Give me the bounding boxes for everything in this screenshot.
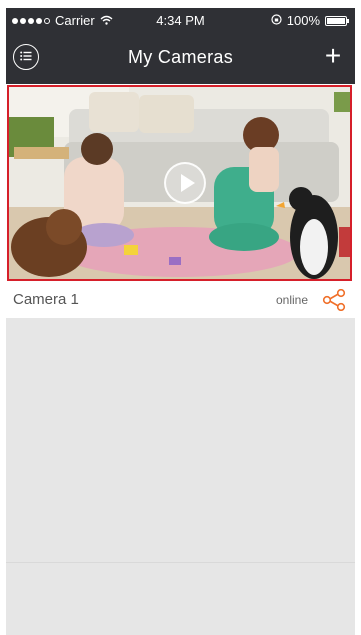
plus-icon: +: [324, 40, 342, 71]
battery-percent: 100%: [286, 13, 320, 28]
battery-icon: [325, 15, 349, 26]
rotation-lock-icon: [271, 13, 282, 28]
add-camera-button[interactable]: +: [319, 40, 347, 72]
play-icon[interactable]: [164, 162, 206, 204]
share-icon: [322, 288, 346, 312]
status-bar: Carrier 4:34 PM 100%: [6, 8, 355, 32]
status-badge: online: [275, 293, 308, 307]
page-title: My Cameras: [127, 47, 233, 67]
app-screen: Carrier 4:34 PM 100% My Cameras + Camera…: [6, 8, 355, 635]
status-right: 100%: [271, 13, 349, 28]
top-bar: Carrier 4:34 PM 100% My Cameras +: [6, 8, 355, 84]
camera-info-row: Camera 1 online: [6, 282, 355, 318]
camera-card[interactable]: Camera 1 online: [6, 84, 355, 318]
nav-bar: My Cameras +: [6, 38, 355, 78]
camera-preview[interactable]: [7, 85, 352, 281]
share-button[interactable]: [322, 288, 346, 312]
camera-name: Camera 1: [13, 291, 79, 308]
list-divider: [6, 562, 355, 563]
